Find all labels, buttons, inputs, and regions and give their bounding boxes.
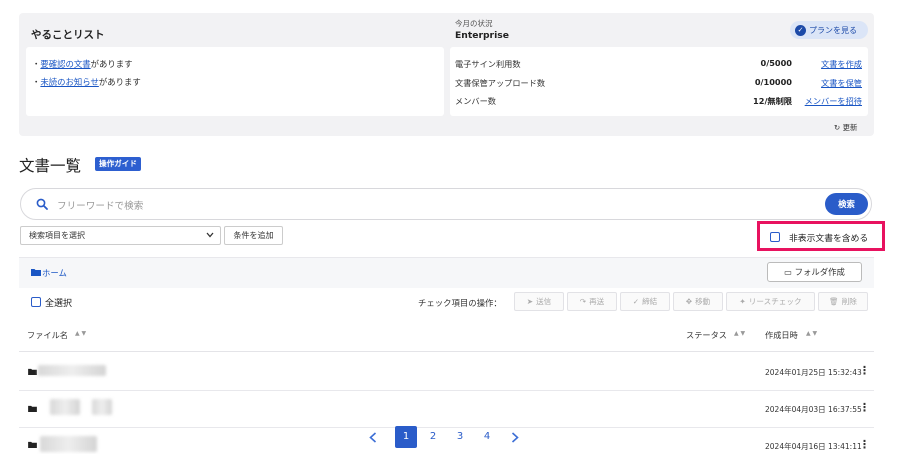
lease-check-button[interactable]: ✦ リースチェック	[726, 292, 815, 311]
redacted-filename	[40, 436, 97, 452]
chevron-down-icon	[206, 232, 214, 238]
include-hidden-label: 非表示文書を含める	[789, 234, 869, 244]
page-title: 文書一覧	[19, 157, 82, 175]
search-field-select[interactable]: 検索項目を選択	[20, 226, 221, 245]
page-2[interactable]: 2	[422, 426, 444, 448]
bulk-ops-label: チェック項目の操作：	[418, 298, 502, 308]
page-4[interactable]: 4	[476, 426, 498, 448]
usage-label-sign: 電子サイン利用数	[455, 59, 521, 69]
chevron-right-icon[interactable]	[511, 432, 519, 443]
created-date: 2024年01月25日 15:32:43	[765, 368, 862, 377]
folder-icon	[28, 441, 37, 448]
view-plan-label: プランを見る	[809, 25, 857, 35]
usage-label-upload: 文書保管アップロード数	[455, 78, 546, 88]
delete-label: 削除	[841, 297, 857, 306]
todo-suffix: があります	[98, 77, 141, 87]
breadcrumb	[19, 257, 874, 288]
conclude-label: 締結	[642, 297, 658, 306]
col-filename: ファイル名	[27, 330, 68, 340]
store-doc-link[interactable]: 文書を保管	[821, 77, 862, 89]
guide-button[interactable]: 操作ガイド	[95, 157, 141, 171]
move-label: 移動	[695, 297, 711, 306]
refresh-icon: ↻	[834, 123, 841, 132]
table-row[interactable]	[19, 353, 874, 390]
sort-arrows-icon[interactable]: ▲ ▼	[734, 330, 745, 337]
move-button[interactable]: ✥ 移動	[673, 292, 723, 311]
redacted-filename	[38, 365, 106, 376]
page-3[interactable]: 3	[449, 426, 471, 448]
search-field-label: 検索項目を選択	[29, 231, 85, 240]
lease-check-label: リースチェック	[748, 297, 802, 306]
resend-icon: ↷	[579, 297, 587, 306]
chevron-left-icon[interactable]	[369, 432, 377, 443]
select-all-label: 全選択	[45, 299, 73, 309]
send-icon: ➤	[526, 297, 534, 306]
include-hidden-checkbox[interactable]	[770, 232, 780, 242]
page-1[interactable]: 1	[395, 426, 417, 448]
resend-button[interactable]: ↷ 再送	[567, 292, 617, 311]
check-icon: ✓	[632, 297, 640, 306]
usage-value-members: 12/無制限	[753, 96, 792, 106]
resend-label: 再送	[589, 297, 605, 306]
search-icon	[36, 198, 48, 210]
invite-member-link[interactable]: メンバーを招待	[805, 95, 862, 107]
usage-value-sign: 0/5000	[760, 58, 792, 68]
plan-name: Enterprise	[455, 30, 509, 41]
redacted-filename	[50, 399, 80, 415]
created-date: 2024年04月16日 13:41:11	[765, 442, 862, 451]
delete-button[interactable]: 🗑 削除	[818, 292, 868, 311]
more-vertical-icon[interactable]: ⋮	[859, 365, 870, 376]
breadcrumb-home[interactable]: ホーム	[42, 267, 67, 279]
usage-value-upload: 0/10000	[754, 77, 792, 87]
create-folder-button[interactable]: ▭ フォルダ作成	[767, 262, 862, 282]
more-vertical-icon[interactable]: ⋮	[859, 439, 870, 450]
table-row[interactable]	[19, 391, 874, 427]
sparkle-icon: ✦	[739, 297, 746, 306]
todo-suffix: があります	[90, 59, 133, 69]
more-vertical-icon[interactable]: ⋮	[859, 402, 870, 413]
review-docs-link[interactable]: 要確認の文書	[40, 59, 90, 69]
status-caption: 今月の状況	[455, 19, 493, 28]
create-folder-label: フォルダ作成	[794, 267, 845, 277]
create-doc-link[interactable]: 文書を作成	[821, 58, 862, 70]
add-condition-button[interactable]: 条件を追加	[224, 226, 283, 245]
search-button[interactable]: 検索	[825, 193, 868, 215]
send-button[interactable]: ➤ 送信	[514, 292, 564, 311]
folder-plus-icon: ▭	[784, 267, 792, 277]
folder-icon	[28, 368, 37, 375]
view-plan-button[interactable]: ✓ プランを見る	[790, 21, 868, 39]
unread-notice-link[interactable]: 未読のお知らせ	[40, 77, 98, 87]
usage-label-members: メンバー数	[455, 96, 496, 106]
todo-title: やることリスト	[31, 29, 105, 41]
table-header	[19, 320, 874, 352]
folder-icon	[28, 405, 37, 412]
table-row[interactable]	[19, 428, 874, 454]
search-placeholder: フリーワードで検索	[57, 201, 144, 212]
todo-item-review: ・要確認の文書があります	[32, 58, 133, 70]
folder-icon	[31, 269, 41, 276]
trash-icon: 🗑	[829, 297, 839, 306]
conclude-button[interactable]: ✓ 締結	[620, 292, 670, 311]
refresh-button[interactable]: ↻ 更新	[834, 122, 857, 133]
check-circle-icon: ✓	[795, 24, 806, 36]
col-status: ステータス	[686, 330, 727, 340]
move-icon: ✥	[685, 297, 693, 306]
search-input[interactable]	[20, 188, 872, 220]
created-date: 2024年04月03日 16:37:55	[765, 405, 862, 414]
refresh-label: 更新	[842, 123, 858, 132]
redacted-filename	[92, 399, 112, 415]
select-all-checkbox[interactable]	[31, 297, 41, 307]
send-label: 送信	[536, 297, 552, 306]
sort-arrows-icon[interactable]: ▲ ▼	[806, 330, 817, 337]
sort-arrows-icon[interactable]: ▲ ▼	[75, 330, 86, 337]
todo-item-notice: ・未読のお知らせがあります	[32, 76, 141, 88]
col-created: 作成日時	[765, 330, 798, 340]
